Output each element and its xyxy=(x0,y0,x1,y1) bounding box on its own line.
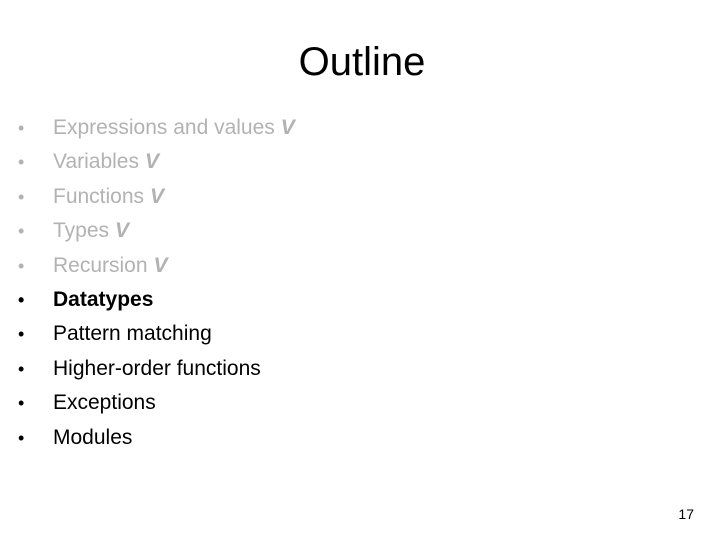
bullet-icon: • xyxy=(18,393,25,414)
outline-item-label: Higher-order functions xyxy=(53,356,261,380)
outline-item-label: Exceptions xyxy=(53,391,156,415)
checkmark-v-icon: V xyxy=(280,116,295,139)
outline-item-label: Datatypes xyxy=(53,287,154,311)
outline-item-label: Variables xyxy=(53,150,139,174)
outline-item-label: Modules xyxy=(53,425,133,449)
bullet-icon: • xyxy=(18,427,25,448)
checkmark-v-icon: V xyxy=(115,219,130,243)
outline-item-label: Expressions and values xyxy=(53,116,275,139)
outline-item-label: Recursion xyxy=(53,253,148,277)
checkmark-v-icon: V xyxy=(153,253,168,277)
bullet-icon: • xyxy=(18,186,25,207)
outline-item-label: Functions xyxy=(53,184,145,208)
bullet-icon: • xyxy=(18,118,25,138)
slide-title: Outline xyxy=(298,40,426,84)
outline-item-label: Pattern matching xyxy=(53,322,212,346)
outline-item-label: Types xyxy=(53,219,110,243)
bullet-icon: • xyxy=(18,358,25,379)
bullet-icon: • xyxy=(18,289,25,310)
bullet-icon: • xyxy=(18,324,25,345)
bullet-icon: • xyxy=(18,152,25,173)
bullet-icon: • xyxy=(18,255,25,276)
checkmark-v-icon: V xyxy=(150,184,165,208)
bullet-icon: • xyxy=(18,221,25,242)
page-number: 17 xyxy=(678,506,694,522)
checkmark-v-icon: V xyxy=(145,150,160,174)
